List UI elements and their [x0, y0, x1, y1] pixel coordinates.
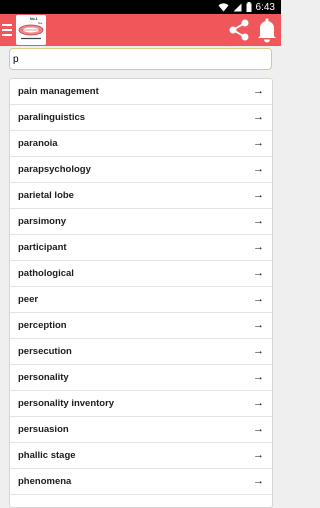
term-row[interactable]: pain management → — [10, 79, 272, 105]
search-box[interactable] — [9, 48, 272, 70]
arrow-right-icon: → — [253, 293, 264, 305]
svg-text:free: free — [38, 22, 43, 25]
term-label: personality inventory — [18, 398, 115, 409]
term-row[interactable]: perception → — [10, 313, 272, 339]
term-row[interactable]: participant → — [10, 235, 272, 261]
term-label: persecution — [18, 346, 72, 357]
term-label: persuasion — [18, 424, 69, 435]
term-label: phallic stage — [18, 450, 76, 461]
term-row[interactable]: phallic stage → — [10, 443, 272, 469]
term-list: pain management → paralinguistics → paranoia… — [9, 78, 273, 508]
term-row[interactable]: persecution → — [10, 339, 272, 365]
arrow-right-icon: → — [253, 371, 264, 383]
term-label: parapsychology — [18, 164, 91, 175]
bell-icon[interactable] — [256, 17, 278, 43]
term-row[interactable]: paranoia → — [10, 131, 272, 157]
arrow-right-icon: → — [253, 163, 264, 175]
signal-icon — [233, 3, 242, 12]
term-label: parsimony — [18, 216, 67, 227]
arrow-right-icon: → — [253, 137, 264, 149]
term-label: pathological — [18, 268, 74, 279]
arrow-right-icon: → — [253, 345, 264, 357]
term-row[interactable]: parsimony → — [10, 209, 272, 235]
term-row[interactable]: → — [10, 495, 272, 508]
term-label: peer — [18, 294, 39, 305]
svg-text:No.1: No.1 — [30, 17, 38, 21]
term-label: participant — [18, 242, 67, 253]
arrow-right-icon: → — [253, 241, 264, 253]
app-bar: No.1 free — [0, 14, 281, 46]
term-row[interactable]: peer → — [10, 287, 272, 313]
term-row[interactable]: phenomena → — [10, 469, 272, 495]
wifi-icon — [218, 2, 229, 12]
arrow-right-icon: → — [253, 501, 264, 508]
menu-icon[interactable] — [2, 20, 14, 40]
status-bar: 6:43 — [0, 0, 281, 14]
term-row[interactable]: parapsychology → — [10, 157, 272, 183]
term-row[interactable]: paralinguistics → — [10, 105, 272, 131]
arrow-right-icon: → — [253, 449, 264, 461]
arrow-right-icon: → — [253, 319, 264, 331]
arrow-right-icon: → — [253, 111, 264, 123]
term-label: phenomena — [18, 476, 72, 487]
term-label: parietal lobe — [18, 190, 74, 201]
term-label: paralinguistics — [18, 112, 86, 123]
share-icon[interactable] — [228, 18, 250, 42]
arrow-right-icon: → — [253, 85, 264, 97]
term-row[interactable]: pathological → — [10, 261, 272, 287]
term-row[interactable]: personality inventory → — [10, 391, 272, 417]
status-time: 6:43 — [255, 1, 275, 13]
arrow-right-icon: → — [253, 189, 264, 201]
term-label: perception — [18, 320, 67, 331]
arrow-right-icon: → — [253, 397, 264, 409]
arrow-right-icon: → — [253, 475, 264, 487]
term-label: paranoia — [18, 138, 58, 149]
term-label: pain management — [18, 86, 99, 97]
battery-icon — [246, 2, 252, 12]
arrow-right-icon: → — [253, 423, 264, 435]
app-logo[interactable]: No.1 free — [16, 15, 46, 45]
term-row[interactable]: parietal lobe → — [10, 183, 272, 209]
search-input[interactable] — [13, 53, 271, 65]
term-row[interactable]: persuasion → — [10, 417, 272, 443]
arrow-right-icon: → — [253, 267, 264, 279]
term-row[interactable]: personality → — [10, 365, 272, 391]
term-label: personality — [18, 372, 69, 383]
arrow-right-icon: → — [253, 215, 264, 227]
